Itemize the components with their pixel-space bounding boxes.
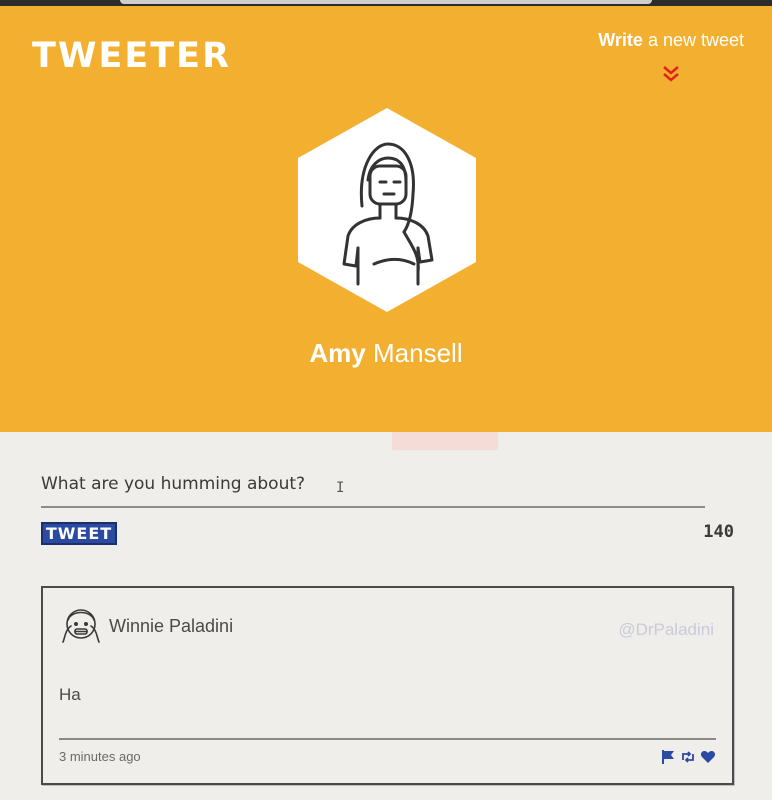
write-tweet-link[interactable]: Write a new tweet [598, 30, 744, 51]
text-cursor-icon: I [336, 480, 345, 496]
tweet-divider [59, 738, 716, 740]
profile-avatar [298, 108, 476, 312]
tweet-text: Ha [59, 685, 81, 704]
tweet-actions [660, 749, 716, 765]
girl-avatar-icon [62, 609, 100, 643]
profile-header: TWEETER Write a new tweet Amy Mansell [0, 6, 772, 432]
app-logo[interactable]: TWEETER [32, 36, 231, 76]
tweet-button[interactable]: TWEET [41, 522, 117, 545]
tweet-card: Winnie Paladini @DrPaladini Ha 3 minutes… [41, 586, 734, 785]
retweet-icon[interactable] [680, 749, 696, 765]
profile-last-name: Mansell [373, 338, 463, 368]
write-tweet-link-strong: Write [598, 30, 643, 50]
tweet-compose-input[interactable] [41, 462, 705, 508]
profile-first-name: Amy [309, 338, 366, 368]
flag-icon[interactable] [660, 749, 676, 765]
profile-name: Amy Mansell [0, 338, 772, 369]
write-tweet-link-rest: a new tweet [642, 30, 744, 50]
character-counter: 140 [703, 522, 734, 542]
window-top-notch [120, 0, 652, 4]
faint-toast-remnant [392, 432, 498, 450]
double-chevron-down-icon[interactable] [660, 64, 682, 84]
tweet-timestamp: 3 minutes ago [59, 749, 141, 764]
heart-icon[interactable] [700, 749, 716, 765]
tweet-author-handle[interactable]: @DrPaladini [618, 620, 714, 640]
tweet-author-name[interactable]: Winnie Paladini [109, 616, 233, 637]
